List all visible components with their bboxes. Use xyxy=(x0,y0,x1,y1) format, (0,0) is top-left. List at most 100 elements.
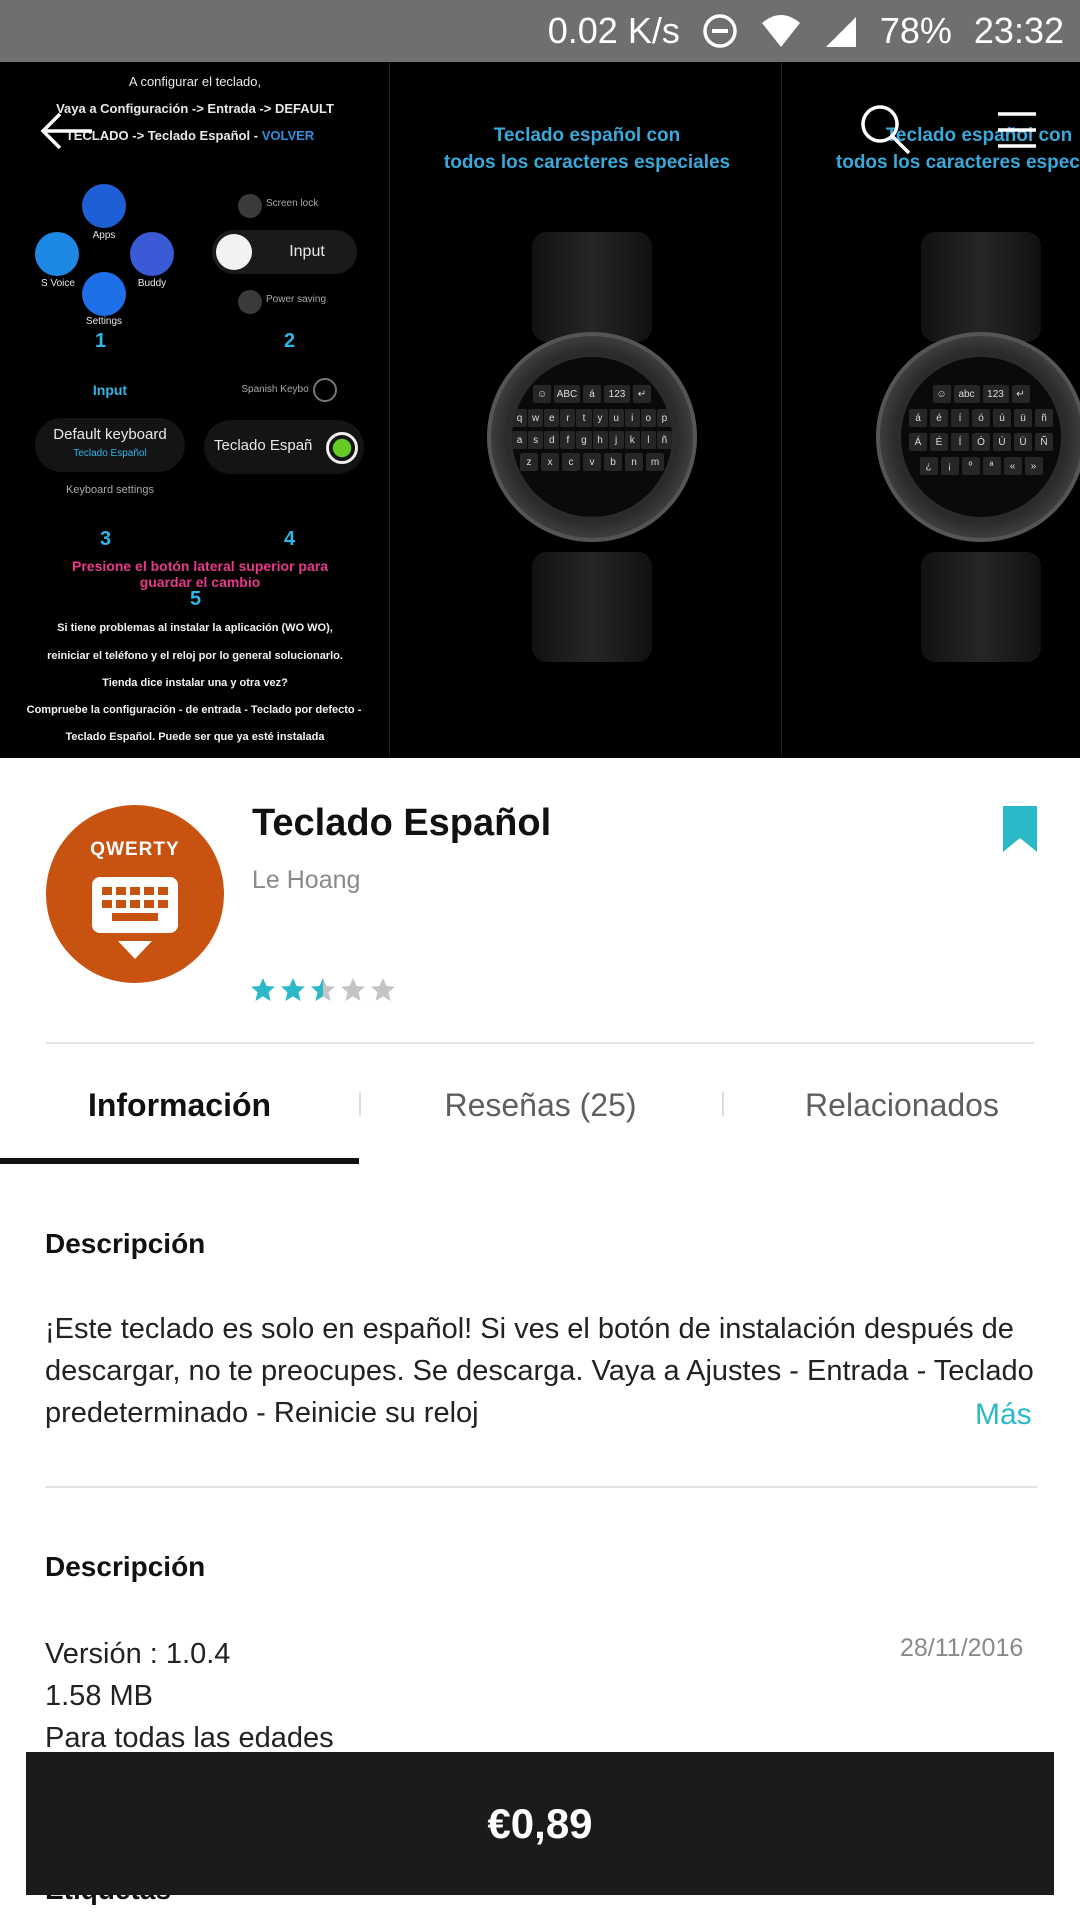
bookmark-button[interactable] xyxy=(1003,806,1037,857)
keyboard-key: v xyxy=(583,453,601,471)
spanish-keyboard-label: Spanish Keybo xyxy=(241,384,309,395)
age-rating-text: Para todas las edades xyxy=(45,1722,334,1754)
keyboard-key: ¿ xyxy=(919,457,938,475)
keyboard-key: ☺ xyxy=(932,385,951,403)
tab-resenas[interactable]: Reseñas (25) xyxy=(361,1045,720,1165)
keyboard-key: é xyxy=(930,409,948,427)
keyboard-key: b xyxy=(604,453,622,471)
keyboard-key: Ü xyxy=(1014,433,1032,451)
watch-face: ☺ abc 123 ↵ áéíóúüñ ÁÉÍÓÚÜÑ ¿ ¡ º ª «» xyxy=(901,357,1061,517)
buy-button[interactable]: €0,89 xyxy=(26,1752,1054,1895)
divider xyxy=(45,1486,1037,1488)
keyboard-key: d xyxy=(544,431,560,449)
keyboard-key: ↵ xyxy=(1011,385,1030,403)
keyboard-key: É xyxy=(930,433,948,451)
keyboard-key: m xyxy=(646,453,664,471)
back-button[interactable] xyxy=(36,106,96,156)
teclado-espanol-label: Teclado Españ xyxy=(214,437,313,454)
tab-informacion[interactable]: Información xyxy=(0,1045,359,1165)
default-keyboard-value: Teclado Español xyxy=(73,448,147,459)
tab-relacionados[interactable]: Relacionados xyxy=(724,1045,1080,1165)
caption-line: todos los caracteres especiales xyxy=(443,152,731,173)
app-developer[interactable]: Le Hoang xyxy=(252,866,360,895)
more-link[interactable]: Más xyxy=(975,1398,1032,1432)
star-empty-icon xyxy=(341,978,365,1001)
info-line: reiniciar el teléfono y el reloj por lo … xyxy=(47,650,343,662)
info-line: Teclado Español. Puede ser que ya esté i… xyxy=(65,731,325,743)
svoice-label: S Voice xyxy=(41,278,75,289)
screenshot-watch-accents[interactable]: Teclado español con todos los caracteres… xyxy=(784,62,1080,758)
keyboard-key: w xyxy=(528,409,544,427)
clock: 23:32 xyxy=(973,10,1064,51)
rating-stars xyxy=(250,977,396,1003)
keyboard-key: s xyxy=(528,431,544,449)
microphone-icon xyxy=(35,232,79,276)
bookmark-icon xyxy=(1003,806,1037,852)
screenshot-caption: Teclado español con todos los caracteres… xyxy=(392,122,782,176)
search-button[interactable] xyxy=(856,100,914,158)
keyboard-key: í xyxy=(951,409,969,427)
keyboard-row: qwertyuiop xyxy=(512,409,672,427)
status-bar: 0.02 K/s 78% 23:32 xyxy=(0,0,1080,62)
step-number: 5 xyxy=(190,588,202,610)
watch-face: ☺ ABC á 123 ↵ qwertyuiop asdfghjklñ zxcvbnm xyxy=(512,357,672,517)
keyboard-row: ☺ abc 123 ↵ xyxy=(901,385,1061,403)
watch-image: ☺ abc 123 ↵ áéíóúüñ ÁÉÍÓÚÜÑ ¿ ¡ º ª «» xyxy=(876,232,1080,662)
keyboard-key: « xyxy=(1003,457,1022,475)
power-saving-label: Power saving xyxy=(266,294,327,305)
gear-icon xyxy=(82,272,126,316)
keyboard-key: Í xyxy=(951,433,969,451)
version-text: Versión : 1.0.4 xyxy=(45,1638,231,1670)
screenshot-gallery[interactable]: A configurar el teclado, Vaya a Configur… xyxy=(0,62,1080,758)
apps-icon xyxy=(82,184,126,228)
search-icon xyxy=(861,105,911,155)
apps-label: Apps xyxy=(92,230,116,241)
keyboard-key: º xyxy=(961,457,980,475)
keyboard-key: abc xyxy=(953,385,980,403)
wifi-icon xyxy=(760,13,802,49)
menu-button[interactable] xyxy=(992,106,1042,154)
keyboard-key: u xyxy=(608,409,624,427)
step-number: 3 xyxy=(100,528,112,550)
star-half-icon xyxy=(311,978,335,1001)
radio-icon xyxy=(313,378,337,402)
battery-level: 78% xyxy=(879,10,952,51)
keyboard-row: asdfghjklñ xyxy=(512,431,672,449)
keyboard-key: z xyxy=(520,453,538,471)
lock-icon xyxy=(238,194,262,218)
keyboard-key: ¡ xyxy=(940,457,959,475)
settings-label: Settings xyxy=(85,316,123,327)
active-tab-indicator xyxy=(0,1158,359,1164)
price-label: €0,89 xyxy=(487,1799,593,1847)
keyboard-row: ☺ ABC á 123 ↵ xyxy=(512,385,672,403)
keyboard-settings-label: Keyboard settings xyxy=(65,484,155,496)
step-number: 2 xyxy=(284,330,296,352)
keyboard-key: n xyxy=(625,453,643,471)
keyboard-key: p xyxy=(656,409,672,427)
keyboard-key: ó xyxy=(972,409,990,427)
screenshot-instructions[interactable]: A configurar el teclado, Vaya a Configur… xyxy=(0,62,390,758)
keyboard-key: Ó xyxy=(972,433,990,451)
info-line: Compruebe la configuración - de entrada … xyxy=(26,704,362,716)
keyboard-key: g xyxy=(576,431,592,449)
tab-bar: Información Reseñas (25) Relacionados xyxy=(0,1045,1080,1165)
keyboard-key: ü xyxy=(1014,409,1032,427)
app-icon: QWERTY xyxy=(46,805,224,983)
watch-strap xyxy=(532,232,652,342)
teclado-espanol-pill: Teclado Españ xyxy=(204,420,364,474)
info-line: Tienda dice instalar una y otra vez? xyxy=(102,677,288,689)
screenshot-watch-lowercase[interactable]: Teclado español con todos los caracteres… xyxy=(392,62,782,758)
instruction-highlight: VOLVER xyxy=(261,128,315,143)
battery-icon xyxy=(238,290,262,314)
keyboard-key: c xyxy=(562,453,580,471)
keyboard-key: ↵ xyxy=(633,385,651,403)
keyboard-key: » xyxy=(1024,457,1043,475)
star-empty-icon xyxy=(371,978,395,1001)
hamburger-menu-icon xyxy=(998,112,1036,148)
size-text: 1.58 MB xyxy=(45,1680,153,1712)
keyboard-icon xyxy=(216,234,252,270)
instruction-line: A configurar el teclado, xyxy=(128,74,262,89)
keyboard-key: ñ xyxy=(1035,409,1053,427)
keyboard-key: h xyxy=(592,431,608,449)
input-pill-label: Input xyxy=(289,243,325,260)
